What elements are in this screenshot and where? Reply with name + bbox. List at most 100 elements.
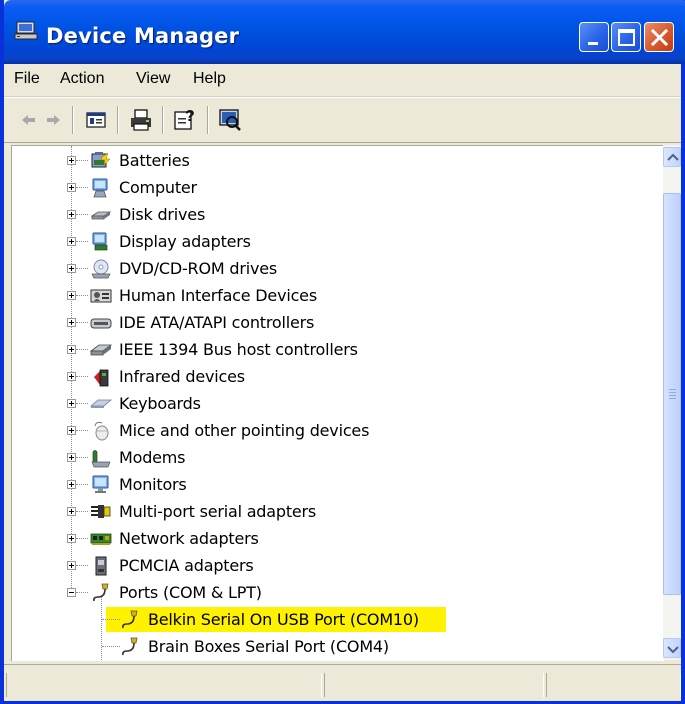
- infrared-icon: [94, 369, 109, 387]
- status-pane: [324, 673, 544, 697]
- expand-icon[interactable]: [67, 318, 76, 327]
- window-title: Device Manager: [46, 24, 240, 48]
- status-pane: [6, 673, 322, 697]
- tree-item-dvd-cd-rom-drives[interactable]: DVD/CD-ROM drives: [12, 256, 652, 283]
- tree-item-multi-port-serial-adapters[interactable]: Multi-port serial adapters: [12, 499, 652, 526]
- tree-item-pcmcia-adapters[interactable]: PCMCIA adapters: [12, 553, 652, 580]
- tree-item-keyboards[interactable]: Keyboards: [12, 391, 652, 418]
- status-pane: [546, 673, 681, 697]
- expand-icon[interactable]: [67, 561, 76, 570]
- toolbar-separator: [207, 106, 209, 134]
- tree-item-label: Belkin Serial On USB Port (COM10): [148, 610, 419, 629]
- help-icon[interactable]: ?: [171, 107, 199, 133]
- firewire-icon: [90, 344, 112, 356]
- menu-file[interactable]: File: [12, 70, 42, 88]
- tree-item-mice-and-other-pointing-devices[interactable]: Mice and other pointing devices: [12, 418, 652, 445]
- tree-item-computer[interactable]: Computer: [12, 175, 652, 202]
- maximize-button[interactable]: [611, 22, 641, 52]
- tree-item-disk-drives[interactable]: Disk drives: [12, 202, 652, 229]
- status-bar: [4, 664, 681, 701]
- back-icon[interactable]: [14, 107, 42, 133]
- scroll-thumb[interactable]: [663, 193, 681, 595]
- tree-item-label: IEEE 1394 Bus host controllers: [119, 340, 358, 359]
- expand-icon[interactable]: [67, 237, 76, 246]
- expand-icon[interactable]: [67, 291, 76, 300]
- tree-item-label: Monitors: [119, 475, 187, 494]
- tree-item-label: Display adapters: [119, 232, 251, 251]
- forward-icon[interactable]: [40, 107, 68, 133]
- tree-item-label: Ports (COM & LPT): [119, 583, 262, 602]
- thumb-grip: [669, 398, 676, 399]
- expand-icon[interactable]: [67, 534, 76, 543]
- tree-connector: [76, 457, 88, 458]
- device-manager-icon: [14, 21, 38, 40]
- tree-item-label: IDE ATA/ATAPI controllers: [119, 313, 315, 332]
- tree-child-belkin-serial-port[interactable]: Belkin Serial On USB Port (COM10): [12, 607, 652, 634]
- keyboard-icon: [90, 399, 112, 408]
- tree-item-label: PCMCIA adapters: [119, 556, 254, 575]
- expand-icon[interactable]: [67, 210, 76, 219]
- title-bar[interactable]: Device Manager: [4, 0, 685, 64]
- expand-icon[interactable]: [67, 264, 76, 273]
- svg-text:?: ?: [185, 108, 195, 125]
- tree-connector: [76, 349, 88, 350]
- scroll-down-button[interactable]: [663, 638, 681, 658]
- thumb-grip: [669, 389, 676, 390]
- menu-view[interactable]: View: [134, 70, 172, 88]
- expand-icon[interactable]: [67, 426, 76, 435]
- print-icon[interactable]: [127, 107, 155, 133]
- properties-icon[interactable]: [82, 107, 110, 133]
- tree-item-ports-com-lpt[interactable]: Ports (COM & LPT): [12, 580, 652, 607]
- tree-item-label: Computer: [119, 178, 197, 197]
- tree-child-brain-boxes-serial-port[interactable]: Brain Boxes Serial Port (COM4): [12, 634, 652, 661]
- tree-item-monitors[interactable]: Monitors: [12, 472, 652, 499]
- close-button[interactable]: [644, 22, 674, 52]
- tree-item-label: Keyboards: [119, 394, 201, 413]
- tree-item-infrared-devices[interactable]: Infrared devices: [12, 364, 652, 391]
- serial-adapter-icon: [91, 505, 111, 518]
- scroll-up-button[interactable]: [663, 147, 681, 167]
- expand-icon[interactable]: [67, 345, 76, 354]
- tree-connector: [76, 565, 88, 566]
- toolbar-separator: [72, 106, 74, 134]
- scan-hardware-icon[interactable]: [216, 107, 244, 133]
- tree-item-label: DVD/CD-ROM drives: [119, 259, 277, 278]
- tree-item-batteries[interactable]: Batteries: [12, 148, 652, 175]
- tree-item-network-adapters[interactable]: Network adapters: [12, 526, 652, 553]
- tree-item-ieee-1394-bus-host-controllers[interactable]: IEEE 1394 Bus host controllers: [12, 337, 652, 364]
- tree-connector: [76, 511, 88, 512]
- tree-connector: [76, 295, 88, 296]
- expand-icon[interactable]: [67, 183, 76, 192]
- tree-item-modems[interactable]: Modems: [12, 445, 652, 472]
- thumb-grip: [669, 395, 676, 396]
- menu-action[interactable]: Action: [58, 70, 106, 88]
- expand-icon[interactable]: [67, 507, 76, 516]
- minimize-button[interactable]: [579, 22, 609, 52]
- toolbar-separator: [162, 106, 164, 134]
- network-adapter-icon: [90, 533, 112, 545]
- tree-item-label: Infrared devices: [119, 367, 245, 386]
- device-tree: Batteries Computer Disk drives Display a…: [11, 145, 664, 661]
- tree-connector: [76, 538, 88, 539]
- expand-icon[interactable]: [67, 399, 76, 408]
- expand-icon[interactable]: [67, 480, 76, 489]
- tree-item-label: Batteries: [119, 151, 190, 170]
- tree-item-ide-ata-atapi-controllers[interactable]: IDE ATA/ATAPI controllers: [12, 310, 652, 337]
- expand-icon[interactable]: [67, 453, 76, 462]
- maximize-icon: [618, 29, 635, 46]
- collapse-icon[interactable]: [67, 588, 76, 597]
- tree-item-display-adapters[interactable]: Display adapters: [12, 229, 652, 256]
- hid-icon: [90, 289, 112, 303]
- menu-help[interactable]: Help: [191, 70, 228, 88]
- tree-connector: [76, 403, 88, 404]
- tree-connector: [76, 430, 88, 431]
- expand-icon[interactable]: [67, 372, 76, 381]
- monitor-icon: [92, 475, 109, 493]
- expand-icon[interactable]: [67, 156, 76, 165]
- device-manager-window: Device Manager File Action View Help ? B…: [0, 0, 685, 704]
- tree-item-human-interface-devices[interactable]: Human Interface Devices: [12, 283, 652, 310]
- tree-connector: [76, 322, 88, 323]
- menu-bar: File Action View Help: [4, 64, 681, 97]
- scroll-up-icon: [667, 153, 679, 161]
- vertical-scrollbar[interactable]: [663, 145, 681, 660]
